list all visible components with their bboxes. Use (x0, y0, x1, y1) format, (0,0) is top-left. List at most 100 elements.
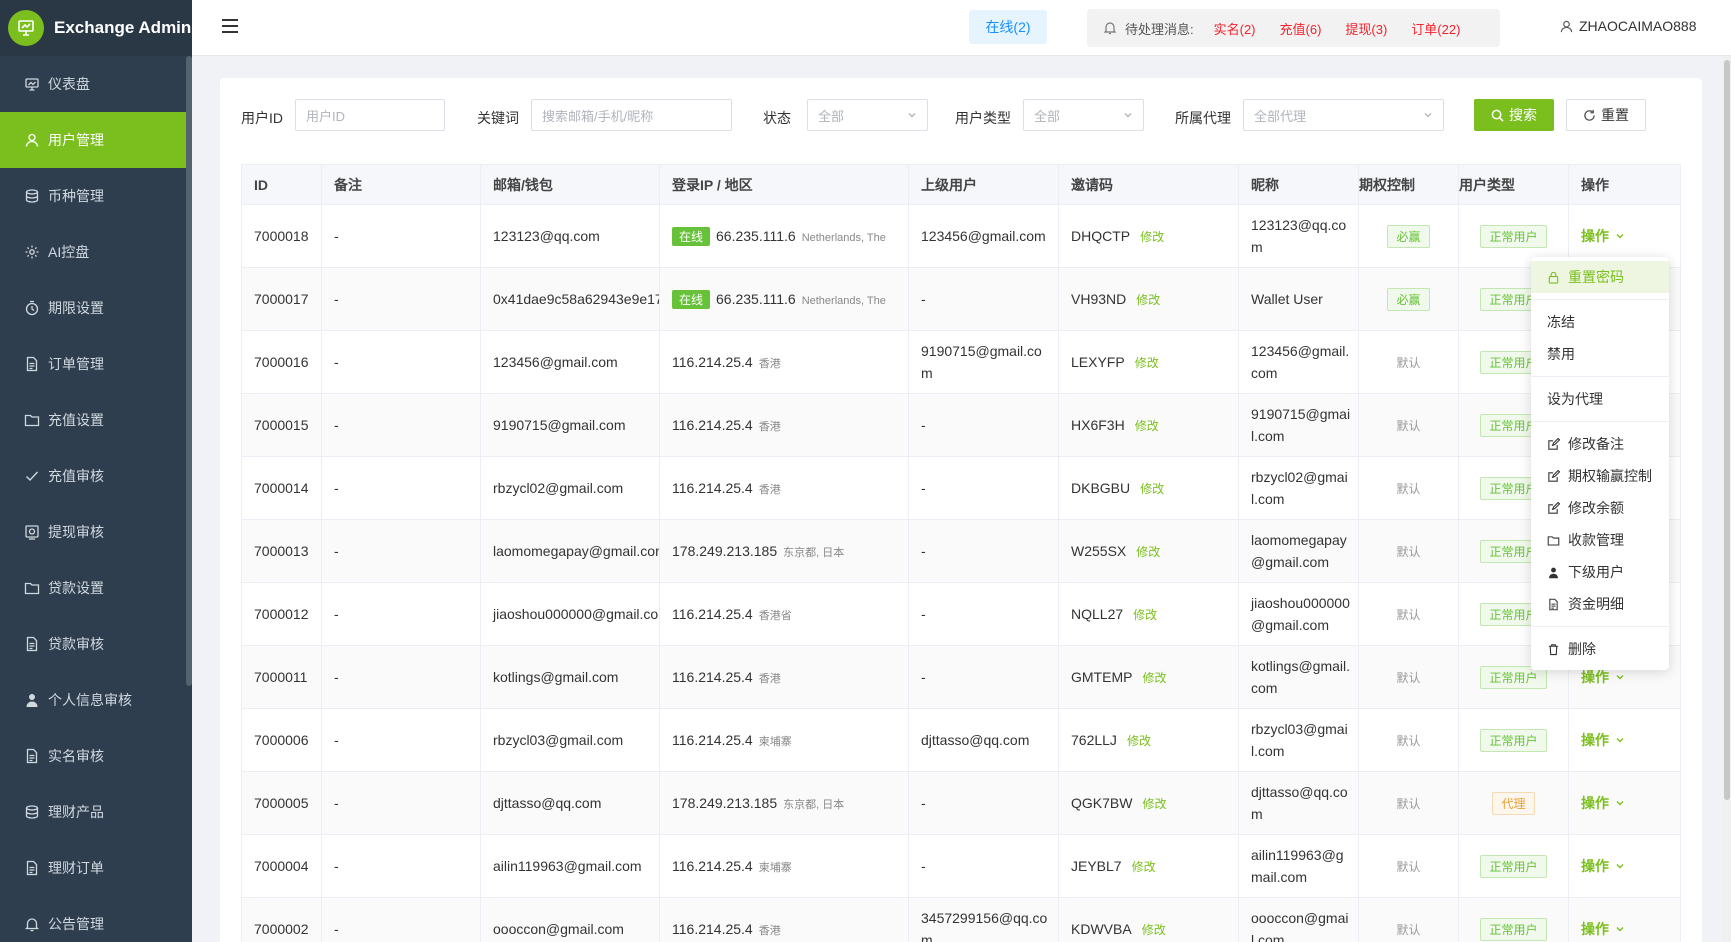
sidebar-item-12[interactable]: 实名审核 (0, 728, 192, 784)
invite-code: JEYBL7 (1071, 857, 1122, 874)
sidebar-item-label: 用户管理 (48, 132, 104, 148)
ip-region: 东京都, 日本 (783, 546, 845, 559)
cell-parent: 123456@gmail.com (908, 204, 1059, 268)
sidebar-item-label: 理财订单 (48, 860, 104, 876)
edit-invite-code-link[interactable]: 修改 (1142, 923, 1166, 937)
cell-id: 7000016 (241, 330, 322, 394)
edit-invite-code-link[interactable]: 修改 (1140, 482, 1164, 496)
reset-button[interactable]: 重置 (1566, 99, 1646, 131)
page-scrollbar-thumb[interactable] (1724, 60, 1730, 800)
row-actions-button[interactable]: 操作 (1581, 856, 1625, 876)
cell-ip: 116.214.25.4 香港 (659, 645, 909, 709)
sidebar-item-7[interactable]: 充值审核 (0, 448, 192, 504)
cell-ip: 116.214.25.4 香港 (659, 330, 909, 394)
dropdown-item-8[interactable]: 期权输赢控制 (1531, 460, 1669, 492)
keyword-input[interactable]: 搜索邮箱/手机/昵称 (531, 99, 732, 131)
cell-parent: - (908, 645, 1059, 709)
edit-invite-code-link[interactable]: 修改 (1133, 608, 1157, 622)
row-actions-dropdown: 重置密码冻结 禁用设为代理修改备注 期权输赢控制 修改余额收款管理下级用户 资金明细删除 (1531, 257, 1669, 670)
dropdown-item-7[interactable]: 修改备注 (1531, 428, 1669, 460)
dropdown-item-11[interactable]: 下级用户 (1531, 556, 1669, 588)
sidebar-item-3[interactable]: AI控盘 (0, 224, 192, 280)
row-actions-button[interactable]: 操作 (1581, 730, 1625, 750)
dropdown-item-0[interactable]: 重置密码 (1531, 261, 1669, 293)
cell-option-control: 必赢 (1358, 204, 1459, 268)
online-status-tag: 在线 (672, 289, 711, 309)
edit-invite-code-link[interactable]: 修改 (1136, 293, 1160, 307)
sidebar-item-11[interactable]: 个人信息审核 (0, 672, 192, 728)
cell-ip: 116.214.25.4 香港 (659, 456, 909, 520)
search-button[interactable]: 搜索 (1474, 99, 1554, 131)
app-logo[interactable]: Exchange Admin (0, 0, 192, 56)
page-scrollbar[interactable] (1723, 56, 1731, 942)
edit-invite-code-link[interactable]: 修改 (1135, 419, 1159, 433)
dropdown-item-9[interactable]: 修改余额 (1531, 492, 1669, 524)
sidebar-item-8[interactable]: 提现审核 (0, 504, 192, 560)
database-icon (24, 188, 40, 204)
row-actions-button[interactable]: 操作 (1581, 919, 1625, 939)
cell-note: - (321, 834, 481, 898)
dropdown-item-2[interactable]: 冻结 (1531, 306, 1669, 338)
edit-invite-code-link[interactable]: 修改 (1140, 230, 1164, 244)
ip-address: 116.214.25.4 (672, 857, 753, 874)
col-header-nickname: 昵称 (1238, 164, 1359, 205)
dropdown-divider (1531, 421, 1669, 422)
sidebar-item-1[interactable]: 用户管理 (0, 112, 192, 168)
cell-invite-code: KDWVBA 修改 (1058, 897, 1239, 942)
dropdown-item-label: 收款管理 (1568, 532, 1624, 548)
sidebar-item-label: AI控盘 (48, 244, 90, 260)
notice-realname-link[interactable]: 实名(2) (1214, 19, 1256, 38)
online-users-button[interactable]: 在线(2) (969, 10, 1047, 44)
edit-invite-code-link[interactable]: 修改 (1142, 671, 1166, 685)
edit-invite-code-link[interactable]: 修改 (1127, 734, 1151, 748)
sidebar-item-label: 充值设置 (48, 412, 104, 428)
notice-order-link[interactable]: 订单(22) (1411, 19, 1460, 38)
sidebar-item-4[interactable]: 期限设置 (0, 280, 192, 336)
dropdown-item-label: 重置密码 (1568, 269, 1624, 285)
filter-bar: 用户ID 用户ID 关键词 搜索邮箱/手机/昵称 状态 全部 用户类型 全部 所… (220, 99, 1702, 133)
cell-id: 7000014 (241, 456, 322, 520)
sidebar: Exchange Admin 仪表盘用户管理币种管理 AI控盘期限设置订单管理充值… (0, 0, 192, 942)
sidebar-item-9[interactable]: 贷款设置 (0, 560, 192, 616)
dropdown-item-3[interactable]: 禁用 (1531, 338, 1669, 370)
user-menu[interactable]: ZHAOCAIMAO888 (1560, 18, 1696, 34)
menu-toggle-icon[interactable] (222, 19, 238, 33)
user-type-select[interactable]: 全部 (1023, 99, 1144, 131)
edit-invite-code-link[interactable]: 修改 (1132, 860, 1156, 874)
notice-withdraw-link[interactable]: 提现(3) (1345, 19, 1387, 38)
sidebar-item-14[interactable]: 理财订单 (0, 840, 192, 896)
sidebar-item-6[interactable]: 充值设置 (0, 392, 192, 448)
edit-invite-code-link[interactable]: 修改 (1136, 545, 1160, 559)
dropdown-item-12[interactable]: 资金明细 (1531, 588, 1669, 620)
notice-recharge-link[interactable]: 充值(6) (1280, 19, 1322, 38)
cell-note: - (321, 393, 481, 457)
dropdown-item-5[interactable]: 设为代理 (1531, 383, 1669, 415)
cell-invite-code: W255SX 修改 (1058, 519, 1239, 583)
sidebar-item-2[interactable]: 币种管理 (0, 168, 192, 224)
user-type-tag: 正常用户 (1480, 224, 1547, 248)
user-type-tag: 代理 (1492, 791, 1535, 815)
edit-invite-code-link[interactable]: 修改 (1135, 356, 1159, 370)
cell-email: 123456@gmail.com (480, 330, 660, 394)
cell-email: 9190715@gmail.com (480, 393, 660, 457)
user-id-input[interactable]: 用户ID (295, 99, 445, 131)
dropdown-item-10[interactable]: 收款管理 (1531, 524, 1669, 556)
sidebar-item-label: 期限设置 (48, 300, 104, 316)
row-actions-button[interactable]: 操作 (1581, 226, 1625, 246)
row-actions-label: 操作 (1581, 921, 1609, 937)
sidebar-item-10[interactable]: 贷款审核 (0, 616, 192, 672)
row-actions-button[interactable]: 操作 (1581, 667, 1625, 687)
sidebar-scrollbar[interactable] (186, 56, 192, 686)
sidebar-item-13[interactable]: 理财产品 (0, 784, 192, 840)
sidebar-item-15[interactable]: 公告管理 (0, 896, 192, 942)
agent-select-value: 全部代理 (1254, 108, 1307, 124)
sidebar-item-0[interactable]: 仪表盘 (0, 56, 192, 112)
cell-note: - (321, 771, 481, 835)
sidebar-item-5[interactable]: 订单管理 (0, 336, 192, 392)
row-actions-button[interactable]: 操作 (1581, 793, 1625, 813)
status-select[interactable]: 全部 (807, 99, 928, 131)
edit-invite-code-link[interactable]: 修改 (1142, 797, 1166, 811)
cell-user-type: 代理 (1458, 771, 1569, 835)
agent-select[interactable]: 全部代理 (1243, 99, 1444, 131)
dropdown-item-14[interactable]: 删除 (1531, 633, 1669, 665)
